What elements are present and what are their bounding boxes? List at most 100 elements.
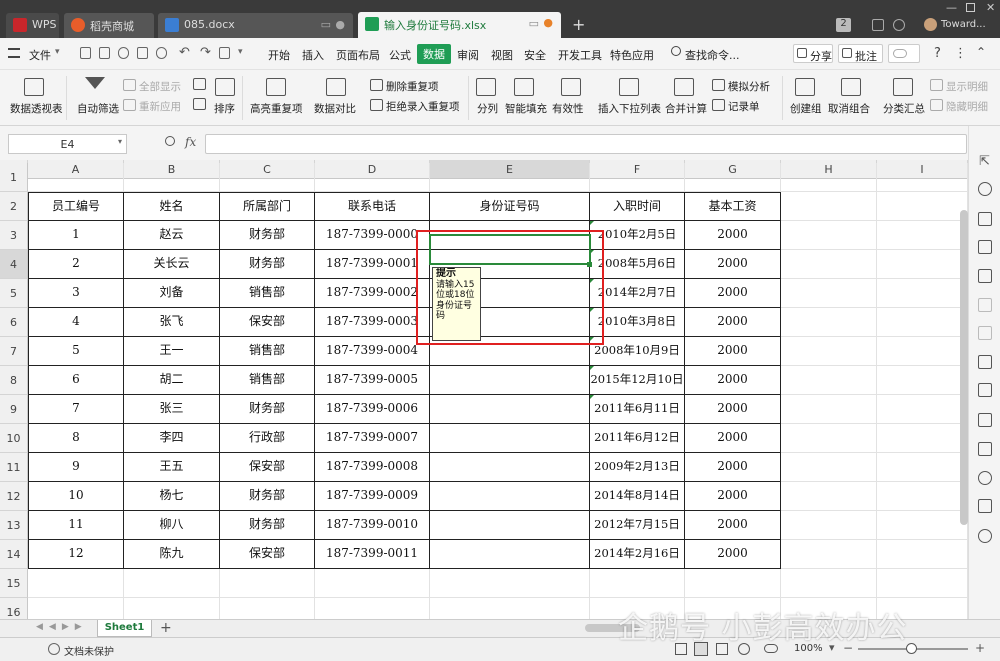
cell-a7[interactable]: 5 <box>28 337 124 366</box>
create-group-button[interactable]: 创建组 <box>790 101 822 116</box>
cell-e11[interactable] <box>430 453 590 482</box>
cell-g6[interactable]: 2000 <box>685 308 781 337</box>
cell-e14[interactable] <box>430 540 590 569</box>
cell-c15[interactable] <box>220 569 315 598</box>
cell-g9[interactable]: 2000 <box>685 395 781 424</box>
open-icon[interactable] <box>80 47 91 59</box>
cell-d12[interactable]: 187-7399-0009 <box>315 482 430 511</box>
cell-d11[interactable]: 187-7399-0008 <box>315 453 430 482</box>
collect-icon[interactable] <box>872 19 884 31</box>
table-icon[interactable] <box>978 240 992 254</box>
cell-i13[interactable] <box>877 511 968 540</box>
cell-e12[interactable] <box>430 482 590 511</box>
pin-icon[interactable]: ▭ <box>529 17 539 30</box>
cell-e13[interactable] <box>430 511 590 540</box>
namebox-dropdown-icon[interactable]: ▾ <box>118 137 122 146</box>
cell-a16[interactable] <box>28 598 124 619</box>
show-all-button[interactable]: 全部显示 <box>139 79 181 94</box>
redo-icon[interactable]: ↷ <box>200 45 211 60</box>
row-header-2[interactable]: 2 <box>0 192 28 221</box>
cell-d3[interactable]: 187-7399-0000 <box>315 221 430 250</box>
cell-h15[interactable] <box>781 569 877 598</box>
print-icon[interactable] <box>137 47 148 59</box>
minimize-icon[interactable]: — <box>946 1 957 14</box>
cell-c3[interactable]: 财务部 <box>220 221 315 250</box>
cell-a12[interactable]: 10 <box>28 482 124 511</box>
cell-f2[interactable]: 入职时间 <box>590 192 685 221</box>
skin-icon[interactable] <box>893 19 905 31</box>
cell-c14[interactable]: 保安部 <box>220 540 315 569</box>
cell-f5[interactable]: 2014年2月7日 <box>590 279 685 308</box>
consolidate-button[interactable]: 合并计算 <box>665 101 707 116</box>
cell-c13[interactable]: 财务部 <box>220 511 315 540</box>
zoom-in-icon[interactable]: + <box>975 641 985 655</box>
username[interactable]: Toward... <box>941 19 986 30</box>
archive-icon[interactable] <box>978 413 992 427</box>
row-header-3[interactable]: 3 <box>0 221 28 250</box>
cell-b9[interactable]: 张三 <box>124 395 220 424</box>
cell-c9[interactable]: 财务部 <box>220 395 315 424</box>
cell-h13[interactable] <box>781 511 877 540</box>
cell-i15[interactable] <box>877 569 968 598</box>
cell-a13[interactable]: 11 <box>28 511 124 540</box>
smart-fill-button[interactable]: 智能填充 <box>505 101 547 116</box>
format-painter-icon[interactable] <box>118 47 129 59</box>
cell-h10[interactable] <box>781 424 877 453</box>
collapse-ribbon-icon[interactable]: ⌃ <box>976 45 986 59</box>
cell-b7[interactable]: 王一 <box>124 337 220 366</box>
cell-e10[interactable] <box>430 424 590 453</box>
cell-i3[interactable] <box>877 221 968 250</box>
split-column-button[interactable]: 分列 <box>477 101 498 116</box>
shapes-icon[interactable] <box>978 182 992 196</box>
menu-data[interactable]: 数据 <box>417 44 451 64</box>
comment-panel-icon[interactable] <box>978 326 992 340</box>
row-header-11[interactable]: 11 <box>0 453 28 482</box>
cell-i4[interactable] <box>877 250 968 279</box>
cell-h5[interactable] <box>781 279 877 308</box>
cell-c5[interactable]: 销售部 <box>220 279 315 308</box>
cell-h4[interactable] <box>781 250 877 279</box>
cell-f13[interactable]: 2012年7月15日 <box>590 511 685 540</box>
cell-e9[interactable] <box>430 395 590 424</box>
cell-h9[interactable] <box>781 395 877 424</box>
reject-duplicates-button[interactable]: 拒绝录入重复项 <box>386 99 460 114</box>
cell-f1[interactable] <box>590 163 685 192</box>
document-protection-status[interactable]: 文档未保护 <box>64 643 114 658</box>
row-header-8[interactable]: 8 <box>0 366 28 395</box>
cell-a15[interactable] <box>28 569 124 598</box>
insert-dropdown-button[interactable]: 插入下拉列表 <box>598 101 661 116</box>
tab-close-icon[interactable]: ● <box>335 18 345 31</box>
cell-g3[interactable]: 2000 <box>685 221 781 250</box>
backup-icon[interactable] <box>978 355 992 369</box>
cell-b14[interactable]: 陈九 <box>124 540 220 569</box>
cell-f12[interactable]: 2014年8月14日 <box>590 482 685 511</box>
row-header-6[interactable]: 6 <box>0 308 28 337</box>
image-icon[interactable] <box>978 442 992 456</box>
menu-view[interactable]: 视图 <box>491 47 513 63</box>
cell-a10[interactable]: 8 <box>28 424 124 453</box>
new-tab-button[interactable]: + <box>572 15 585 34</box>
cell-a6[interactable]: 4 <box>28 308 124 337</box>
cell-i9[interactable] <box>877 395 968 424</box>
fx-icon[interactable]: fx <box>185 135 196 149</box>
cell-d1[interactable] <box>315 163 430 192</box>
cell-d2[interactable]: 联系电话 <box>315 192 430 221</box>
cell-d10[interactable]: 187-7399-0007 <box>315 424 430 453</box>
active-cell-e4[interactable] <box>429 234 591 265</box>
cell-b12[interactable]: 杨七 <box>124 482 220 511</box>
unsaved-dot-icon[interactable]: ● <box>543 16 553 29</box>
cell-i6[interactable] <box>877 308 968 337</box>
cell-c4[interactable]: 财务部 <box>220 250 315 279</box>
tab-wps[interactable]: WPS <box>6 13 59 38</box>
undo-icon[interactable]: ↶ <box>179 45 190 60</box>
more-chevron-icon[interactable]: ▾ <box>238 47 243 57</box>
spreadsheet-grid[interactable]: A B C D E F G H I 1 2 员工编号 姓名 所属部门 联系电话 身份证号码入… <box>0 160 968 619</box>
cell-d8[interactable]: 187-7399-0005 <box>315 366 430 395</box>
cell-g11[interactable]: 2000 <box>685 453 781 482</box>
data-compare-button[interactable]: 数据对比 <box>314 101 356 116</box>
cell-i8[interactable] <box>877 366 968 395</box>
cell-c6[interactable]: 保安部 <box>220 308 315 337</box>
autofilter-button[interactable]: 自动筛选 <box>77 101 119 116</box>
row-header-16[interactable]: 16 <box>0 598 28 619</box>
row-header-14[interactable]: 14 <box>0 540 28 569</box>
